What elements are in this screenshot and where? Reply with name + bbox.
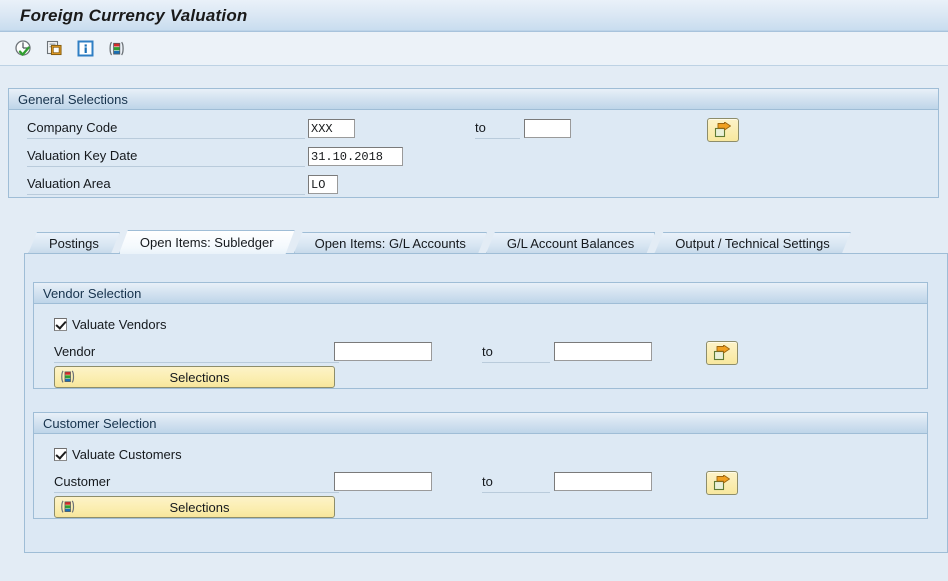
customer-multiple-selection-button[interactable] <box>706 471 738 495</box>
valuation-key-date-input[interactable] <box>308 147 403 166</box>
general-selections-title: General Selections <box>18 91 128 107</box>
arrow-to-box-icon <box>713 345 730 361</box>
arrow-to-box-icon <box>714 122 731 138</box>
row-underline <box>54 362 339 363</box>
vendor-selection-header: Vendor Selection <box>34 283 927 304</box>
page-title: Foreign Currency Valuation <box>20 5 248 25</box>
tab-label: Open Items: G/L Accounts <box>314 236 466 251</box>
tab-open-items-subledger[interactable]: Open Items: Subledger <box>119 230 295 254</box>
valuation-area-label: Valuation Area <box>27 176 111 191</box>
vendor-selection-panel: Vendor Selection Valuate Vendors Vendor … <box>33 282 928 389</box>
multiple-selection-button[interactable] <box>105 37 129 61</box>
tab-output-technical-settings[interactable]: Output / Technical Settings <box>654 232 850 254</box>
row-underline <box>482 362 550 363</box>
application-toolbar <box>0 32 948 66</box>
tab-content-panel: Vendor Selection Valuate Vendors Vendor … <box>24 253 948 553</box>
company-code-input[interactable] <box>308 119 355 138</box>
arrow-to-box-icon <box>713 475 730 491</box>
customer-input[interactable] <box>334 472 432 491</box>
company-code-label: Company Code <box>27 120 118 135</box>
tab-open-items-gl-accounts[interactable]: Open Items: G/L Accounts <box>294 232 487 254</box>
window-title-bar: Foreign Currency Valuation <box>0 0 948 32</box>
customer-selection-header: Customer Selection <box>34 413 927 434</box>
customer-to-input[interactable] <box>554 472 652 491</box>
multiple-selection-icon <box>61 370 75 383</box>
vendor-selections-button-label: Selections <box>169 369 230 385</box>
multiple-selection-icon <box>109 41 124 55</box>
row-underline <box>27 166 305 167</box>
customer-selection-panel: Customer Selection Valuate Customers Cus… <box>33 412 928 519</box>
copy-icon <box>46 40 62 55</box>
form-row-company-code: Company Code to <box>9 114 938 142</box>
general-selections-panel: General Selections Company Code to Valua… <box>8 88 939 198</box>
valuate-vendors-checkbox[interactable] <box>54 317 67 331</box>
general-selections-header: General Selections <box>9 89 938 110</box>
valuate-customers-checkbox[interactable] <box>54 447 67 461</box>
form-row-valuation-key-date: Valuation Key Date <box>9 142 938 170</box>
info-icon <box>77 40 94 56</box>
general-selections-body: Company Code to Valuation Key Date Valua… <box>9 110 938 204</box>
vendor-selection-body: Valuate Vendors Vendor to Selections <box>34 304 927 388</box>
company-code-multiple-selection-button[interactable] <box>707 118 739 142</box>
form-row-vendor: Vendor to <box>34 339 927 365</box>
vendor-to-label: to <box>482 344 493 359</box>
vendor-selection-title: Vendor Selection <box>43 285 142 301</box>
tab-label: G/L Account Balances <box>506 236 635 251</box>
tab-label: Open Items: Subledger <box>139 235 274 250</box>
customer-label: Customer <box>54 474 111 489</box>
vendor-multiple-selection-button[interactable] <box>706 341 738 365</box>
form-row-valuation-area: Valuation Area <box>9 170 938 198</box>
vendor-to-input[interactable] <box>554 342 652 361</box>
customer-selection-title: Customer Selection <box>43 415 157 431</box>
row-underline <box>54 492 339 493</box>
tab-label: Output / Technical Settings <box>675 236 830 251</box>
row-underline <box>475 138 520 139</box>
valuate-customers-checkbox-row[interactable]: Valuate Customers <box>54 443 182 465</box>
row-underline <box>27 194 305 195</box>
selections-button-icon-wrap <box>59 368 77 386</box>
selections-button-icon-wrap <box>59 498 77 516</box>
valuate-vendors-checkbox-row[interactable]: Valuate Vendors <box>54 313 166 335</box>
multiple-selection-icon <box>61 500 75 513</box>
valuate-customers-label: Valuate Customers <box>72 446 182 462</box>
valuate-vendors-label: Valuate Vendors <box>72 316 167 332</box>
company-code-to-input[interactable] <box>524 119 571 138</box>
vendor-input[interactable] <box>334 342 432 361</box>
execute-button[interactable] <box>12 37 36 61</box>
customer-to-label: to <box>482 474 493 489</box>
tab-postings[interactable]: Postings <box>28 232 120 254</box>
row-underline <box>482 492 550 493</box>
form-row-customer: Customer to <box>34 469 927 495</box>
customer-selections-button-label: Selections <box>169 499 230 515</box>
valuation-area-input[interactable] <box>308 175 338 194</box>
customer-selection-body: Valuate Customers Customer to Selections <box>34 434 927 518</box>
row-underline <box>27 138 305 139</box>
get-variant-button[interactable] <box>43 37 67 61</box>
tab-gl-account-balances[interactable]: G/L Account Balances <box>486 232 655 254</box>
customer-selections-button[interactable]: Selections <box>54 496 335 518</box>
tab-label: Postings <box>49 236 99 251</box>
vendor-selections-button[interactable]: Selections <box>54 366 335 388</box>
tab-strip: Postings Open Items: Subledger Open Item… <box>0 230 948 254</box>
execute-icon <box>15 39 31 56</box>
information-button[interactable] <box>74 37 98 61</box>
valuation-key-date-label: Valuation Key Date <box>27 148 138 163</box>
vendor-label: Vendor <box>54 344 96 359</box>
company-code-to-label: to <box>475 120 486 135</box>
